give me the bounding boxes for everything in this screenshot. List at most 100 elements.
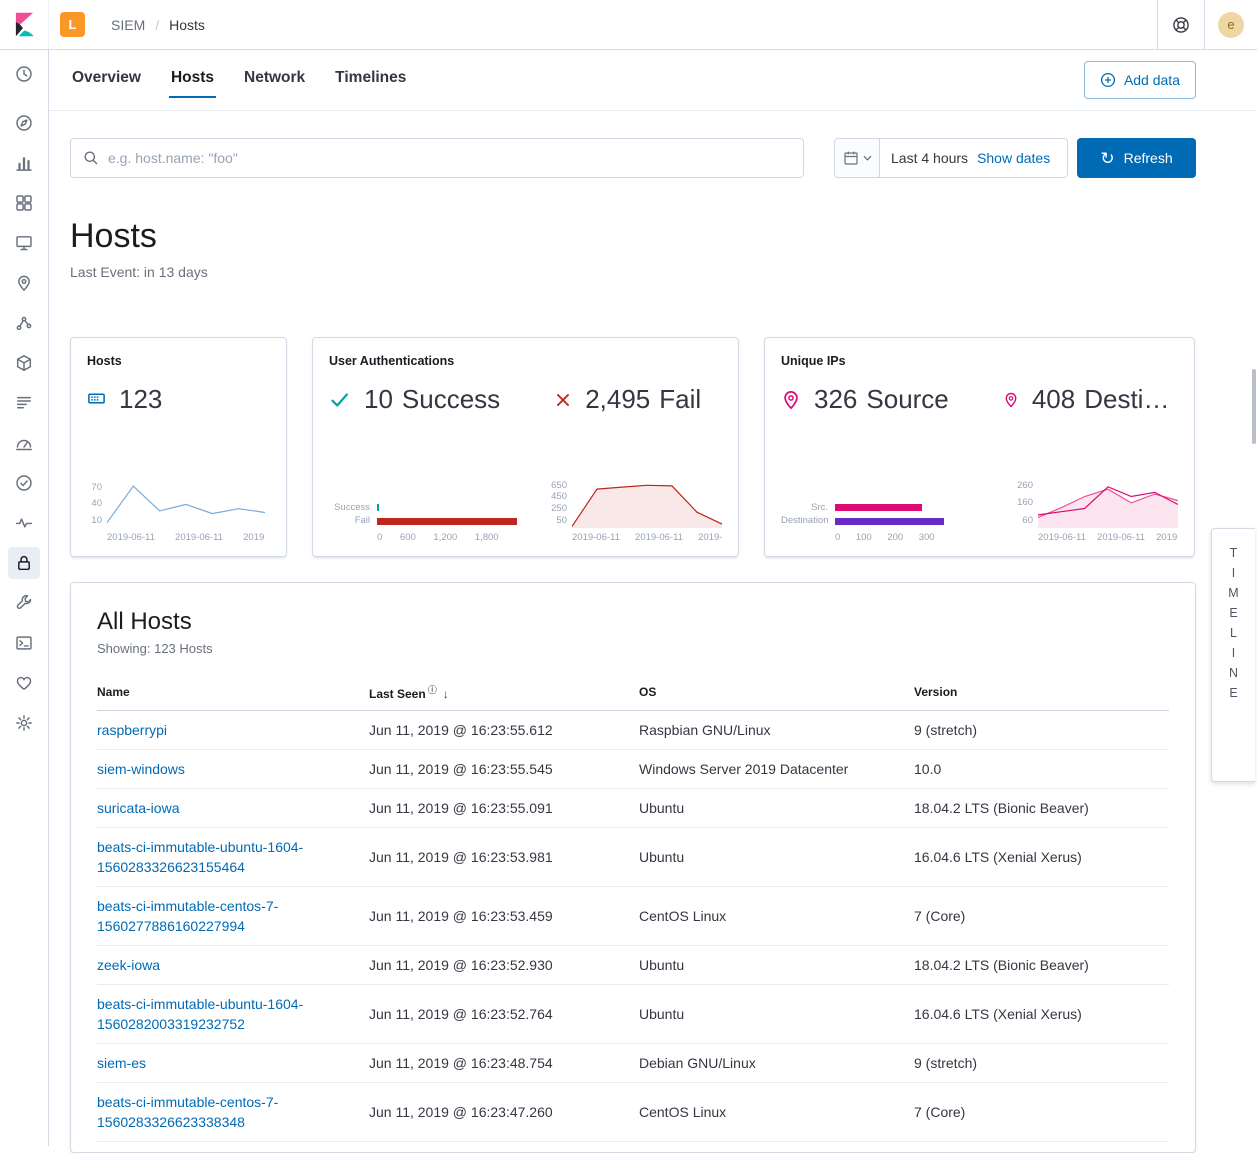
sidebar-item-console[interactable] <box>8 627 40 659</box>
version-cell: 18.04.2 LTS (Bionic Beaver) <box>914 789 1169 828</box>
timeline-letter: E <box>1229 686 1237 700</box>
host-link[interactable]: siem-es <box>97 1055 146 1071</box>
version-cell: 10.0 <box>914 750 1169 789</box>
console-icon <box>15 634 33 652</box>
os-cell: Ubuntu <box>639 946 914 985</box>
maps-icon <box>15 274 33 292</box>
storage-icon <box>87 389 106 411</box>
os-cell: Ubuntu <box>639 789 914 828</box>
breadcrumb: SIEM / Hosts <box>111 17 205 33</box>
host-link[interactable]: beats-ci-immutable-centos-7-156027788616… <box>97 898 278 934</box>
os-cell: Windows Server 2019 Datacenter <box>639 750 914 789</box>
timeline-letter: I <box>1232 566 1235 580</box>
sidebar-item-logs[interactable] <box>8 387 40 419</box>
tab-overview[interactable]: Overview <box>70 63 143 98</box>
visualize-icon <box>15 154 33 172</box>
x-tick: 2,400 <box>516 533 517 543</box>
all-hosts-panel: All Hosts Showing: 123 Hosts Name Last S… <box>70 582 1196 1153</box>
table-row: siem-es Jun 11, 2019 @ 16:23:48.754 Debi… <box>97 1044 1169 1083</box>
version-cell: 9 (stretch) <box>914 711 1169 750</box>
sidebar-item-maps[interactable] <box>8 267 40 299</box>
timeline-toggle-button[interactable]: T I M E L I N E <box>1211 528 1255 782</box>
source-ips-stat: 326Source <box>781 384 949 415</box>
y-tick: 70 <box>91 483 102 493</box>
host-link[interactable]: suricata-iowa <box>97 800 179 816</box>
host-link[interactable]: beats-ci-immutable-ubuntu-1604-156028332… <box>97 839 303 875</box>
host-link[interactable]: beats-ci-immutable-centos-7-156028332662… <box>97 1094 278 1130</box>
kibana-logo[interactable] <box>0 0 49 49</box>
sidebar-item-canvas[interactable] <box>8 227 40 259</box>
cross-icon <box>554 391 572 409</box>
sidebar-item-infrastructure[interactable] <box>8 347 40 379</box>
version-cell: 7 (Core) <box>914 887 1169 946</box>
os-cell: Debian GNU/Linux <box>639 1044 914 1083</box>
sidebar-item-heartbeat[interactable] <box>8 507 40 539</box>
search-box <box>70 138 804 178</box>
show-dates-link[interactable]: Show dates <box>977 150 1050 166</box>
scrollbar-thumb[interactable] <box>1252 369 1256 444</box>
ips-sparkline <box>1038 480 1178 528</box>
column-header-os: OS <box>639 674 914 711</box>
sidebar-item-machine-learning[interactable] <box>8 307 40 339</box>
column-header-last-seen[interactable]: Last Seenⓘ↓ <box>369 674 639 711</box>
sidebar-item-dashboard[interactable] <box>8 187 40 219</box>
host-link[interactable]: raspberrypi <box>97 722 167 738</box>
help-button[interactable] <box>1158 0 1204 49</box>
last-seen-cell: Jun 11, 2019 @ 16:23:55.091 <box>369 789 639 828</box>
card-title-unique-ips: Unique IPs <box>781 354 1178 368</box>
space-selector-badge[interactable]: L <box>60 12 85 37</box>
sidebar-item-siem[interactable] <box>8 547 40 579</box>
page-subtitle: Last Event: in 13 days <box>70 264 208 280</box>
sidebar-item-management[interactable] <box>8 707 40 739</box>
calendar-icon <box>843 150 859 166</box>
sidebar-item-visualize[interactable] <box>8 147 40 179</box>
x-tick: 2019-06-11 <box>175 533 223 543</box>
table-row: beats-ci-immutable-ubuntu-1604-156028332… <box>97 828 1169 887</box>
fail-stat: 2,495Fail <box>554 384 701 415</box>
x-tick: 600 <box>400 533 416 543</box>
x-tick: 1,200 <box>433 533 457 543</box>
ips-bar-chart: Src. Destination 0 100 200 300 400 <box>781 500 947 543</box>
x-tick: 2019-06-11 <box>243 533 265 543</box>
source-count: 326 <box>814 384 857 414</box>
x-tick: 1,800 <box>475 533 499 543</box>
timeline-letter: E <box>1229 606 1237 620</box>
last-seen-cell: Jun 11, 2019 @ 16:23:53.459 <box>369 887 639 946</box>
breadcrumb-siem[interactable]: SIEM <box>111 17 145 33</box>
x-tick: 2019-06-11 <box>1156 533 1178 543</box>
card-title-hosts: Hosts <box>87 354 270 368</box>
info-icon: ⓘ <box>428 685 437 695</box>
plus-circle-icon <box>1100 72 1116 88</box>
table-row: beats-ci-immutable-centos-7-156028332662… <box>97 1083 1169 1142</box>
calendar-button[interactable] <box>835 139 880 177</box>
refresh-button[interactable]: ↻ Refresh <box>1077 138 1196 178</box>
sidebar-item-stack-monitoring[interactable] <box>8 667 40 699</box>
success-label: Success <box>402 384 500 414</box>
card-title-user-authentications: User Authentications <box>329 354 722 368</box>
add-data-button[interactable]: Add data <box>1084 61 1196 99</box>
os-cell: CentOS Linux <box>639 1083 914 1142</box>
kpi-cards-row: Hosts 123 70 40 10 2019 <box>70 337 1196 557</box>
sidebar-item-apm[interactable] <box>8 427 40 459</box>
tab-timelines[interactable]: Timelines <box>333 63 408 98</box>
table-row: zeek-iowa Jun 11, 2019 @ 16:23:52.930 Ub… <box>97 946 1169 985</box>
user-avatar[interactable]: e <box>1218 12 1244 38</box>
tab-network[interactable]: Network <box>242 63 307 98</box>
sidebar-item-dev-tools[interactable] <box>8 587 40 619</box>
date-picker-group: Last 4 hours Show dates <box>834 138 1068 178</box>
search-input[interactable] <box>108 150 791 166</box>
auth-area-sparkline <box>572 480 722 528</box>
discover-icon <box>15 114 33 132</box>
table-header-row: Name Last Seenⓘ↓ OS Version <box>97 674 1169 711</box>
sidebar-item-discover[interactable] <box>8 107 40 139</box>
os-cell: Ubuntu <box>639 828 914 887</box>
host-link[interactable]: siem-windows <box>97 761 185 777</box>
sidebar-item-recently-viewed[interactable] <box>8 58 40 90</box>
time-range-field[interactable]: Last 4 hours Show dates <box>880 139 1067 177</box>
sidebar-item-uptime[interactable] <box>8 467 40 499</box>
siem-lock-icon <box>15 554 33 572</box>
apm-icon <box>15 434 33 452</box>
tab-hosts[interactable]: Hosts <box>169 63 216 98</box>
host-link[interactable]: beats-ci-immutable-ubuntu-1604-156028200… <box>97 996 303 1032</box>
host-link[interactable]: zeek-iowa <box>97 957 160 973</box>
